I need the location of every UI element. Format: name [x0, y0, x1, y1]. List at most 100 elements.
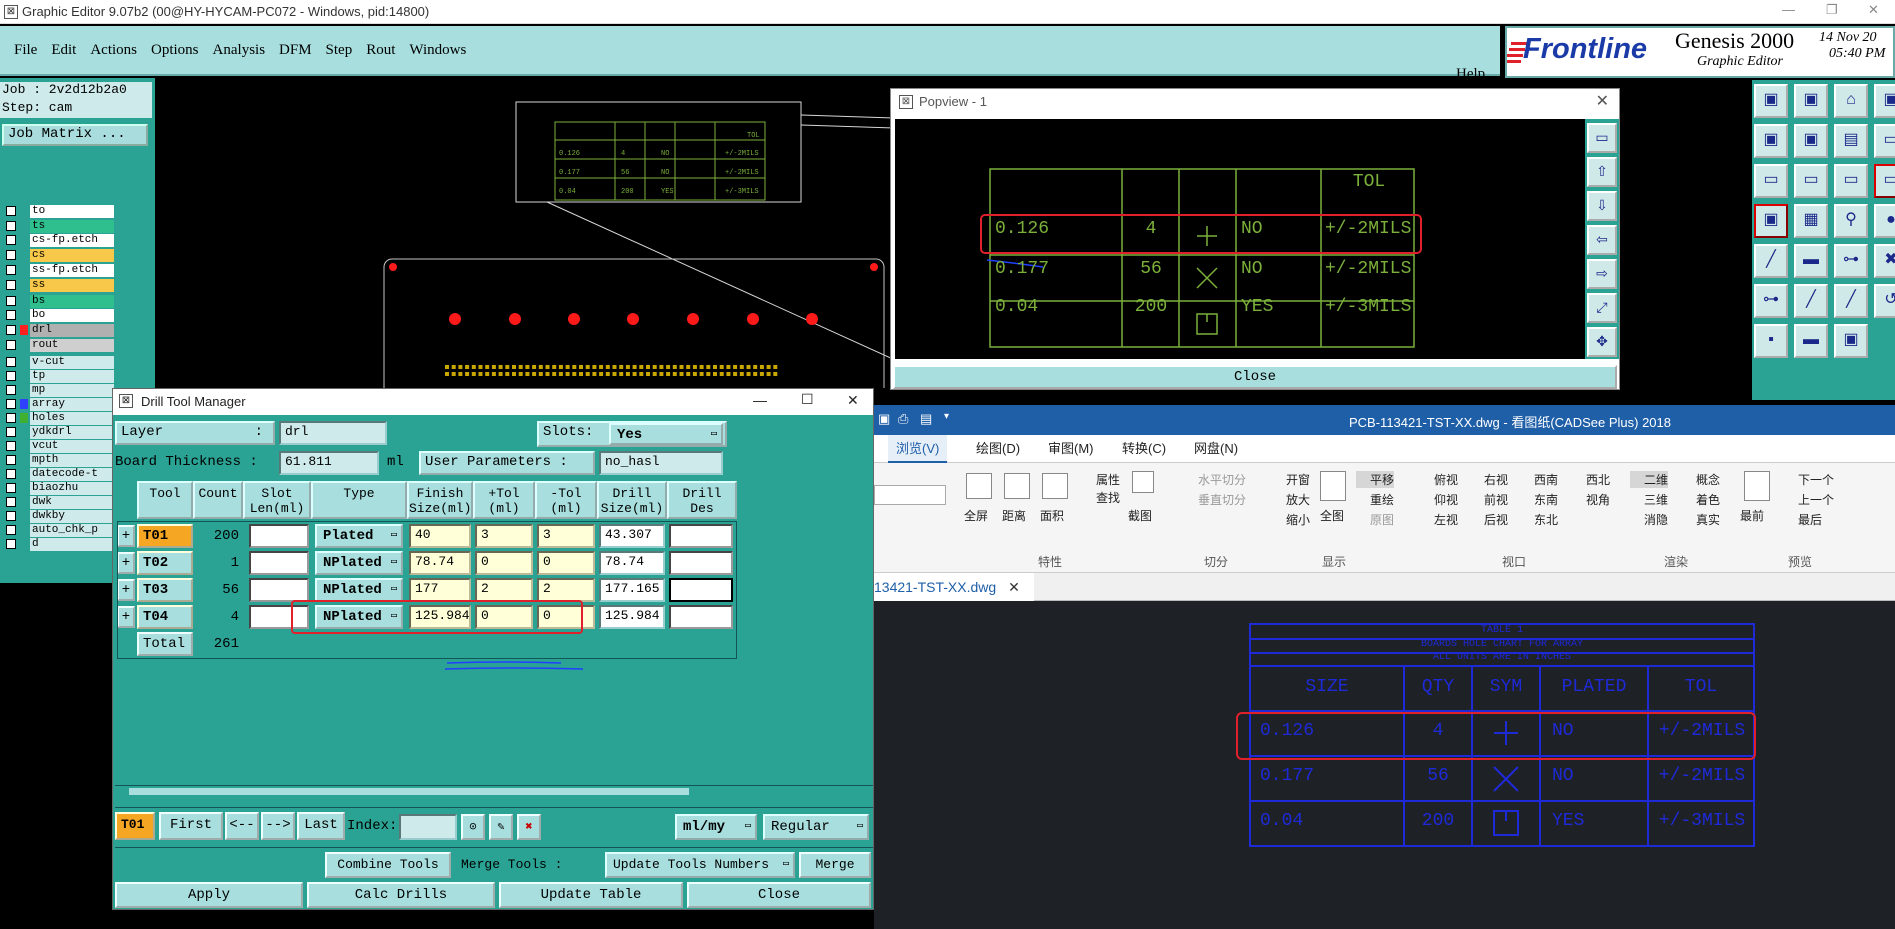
layer-checkbox[interactable] [6, 399, 16, 409]
delete-tool-icon[interactable]: ✖ [517, 814, 541, 840]
zoom-out-icon[interactable]: ▣ [1794, 84, 1828, 118]
layer-field[interactable]: drl [279, 421, 387, 445]
select-icon[interactable]: ⚲ [1834, 204, 1868, 238]
layer-checkbox[interactable] [6, 250, 16, 260]
index-field[interactable] [399, 814, 457, 840]
plus-tol-field[interactable]: 3 [475, 524, 533, 548]
layer-checkbox[interactable] [6, 357, 16, 367]
plus-tol-field[interactable]: 2 [475, 578, 533, 602]
slots-dropdown[interactable]: Yes [609, 423, 723, 445]
layer-checkbox[interactable] [6, 511, 16, 521]
type-dropdown[interactable]: Plated [315, 524, 403, 548]
menu-step[interactable]: Step [326, 42, 353, 59]
layer-name[interactable]: tp [30, 369, 114, 383]
tool-cell[interactable]: T02 [137, 551, 193, 575]
ribbon-tab-2[interactable]: 审图(M) [1040, 435, 1102, 463]
layer-row-tp[interactable]: tp [2, 369, 122, 383]
link-icon[interactable]: ⊶ [1754, 284, 1788, 318]
pcb-canvas[interactable] [155, 78, 895, 388]
layer-name[interactable]: ss-fp.etch [30, 263, 114, 277]
ribbon-tab-3[interactable]: 转换(C) [1114, 435, 1174, 463]
center-icon[interactable]: ▭ [1874, 124, 1895, 158]
ribbon-btn-window[interactable]: 开窗 [1272, 471, 1310, 488]
job-matrix-button[interactable]: Job Matrix ... [2, 124, 148, 146]
print-icon[interactable]: ⎙ [898, 411, 908, 427]
zoom-icon[interactable]: ⤢ [1587, 293, 1617, 323]
pan-right-icon[interactable]: ▣ [1754, 124, 1788, 158]
delete-icon[interactable]: ✖ [1874, 244, 1895, 278]
layer-row-dwkby[interactable]: dwkby [2, 509, 122, 523]
edit-tool-icon[interactable]: ✎ [489, 814, 513, 840]
ribbon-btn-prop-0[interactable]: 全屏 [964, 507, 988, 524]
layer-row-bo[interactable]: bo [2, 308, 122, 322]
prop-icon[interactable] [1042, 473, 1068, 499]
layer-name[interactable]: mpth [30, 453, 114, 467]
close-icon[interactable]: ✕ [1868, 2, 1879, 18]
thickness-field[interactable]: 61.811 [279, 451, 379, 475]
combine-tools-button[interactable]: Combine Tools [325, 852, 451, 878]
type-dropdown[interactable]: NPlated [315, 551, 403, 575]
layer-row-bs[interactable]: bs [2, 294, 122, 308]
update-numbers-dropdown[interactable]: Update Tools Numbers [605, 852, 795, 878]
fit-icon[interactable]: ▭ [1587, 123, 1617, 153]
ribbon-btn-prop-1[interactable]: 距离 [1002, 507, 1026, 524]
search-tool-icon[interactable]: ⊙ [461, 814, 485, 840]
menu-file[interactable]: File [14, 42, 37, 59]
expand-row-icon[interactable]: + [117, 552, 135, 574]
finish-size-field[interactable]: 40 [409, 524, 471, 548]
expand-row-icon[interactable]: + [117, 525, 135, 547]
layer-name[interactable]: bs [30, 294, 114, 308]
mode-dropdown[interactable]: Regular [763, 814, 869, 840]
drill-size-field[interactable]: 43.307 [599, 524, 665, 548]
slot-len-field[interactable] [249, 551, 309, 575]
layer-checkbox[interactable] [6, 483, 16, 493]
drill-icon[interactable]: ▭ [1874, 164, 1895, 198]
prop-icon[interactable] [1004, 473, 1030, 499]
ribbon-btn-zoomout[interactable]: 缩小 [1272, 511, 1310, 528]
zoom-all-icon[interactable] [1320, 471, 1346, 501]
cad-drawing-view[interactable]: TABLE 1 BOARDS HOLE CHART FOR ARRAY ALL UN… [874, 601, 1895, 929]
ribbon-btn-vsplit[interactable]: 垂直切分 [1184, 491, 1246, 508]
menu-edit[interactable]: Edit [51, 42, 76, 59]
layer-name[interactable]: ydkdrl [30, 425, 114, 439]
ribbon-btn-view-0[interactable]: 俯视 [1420, 471, 1458, 488]
type-dropdown[interactable]: NPlated [315, 578, 403, 602]
layer-row-mp[interactable]: mp [2, 383, 122, 397]
layer-checkbox[interactable] [6, 325, 16, 335]
menu-analysis[interactable]: Analysis [213, 42, 266, 59]
tool-cell[interactable]: T04 [137, 605, 193, 629]
ribbon-btn-redraw[interactable]: 重绘 [1356, 491, 1394, 508]
menu-actions[interactable]: Actions [90, 42, 137, 59]
ribbon-left-field[interactable] [874, 485, 946, 505]
layer-row-vcut[interactable]: vcut [2, 439, 122, 453]
line-icon[interactable]: ╱ [1754, 244, 1788, 278]
document-tab-close-icon[interactable]: ✕ [1008, 579, 1020, 595]
edit-icon[interactable]: ▦ [1794, 204, 1828, 238]
layer-name[interactable]: ss [30, 278, 114, 292]
ribbon-btn-prev[interactable]: 上一个 [1784, 491, 1834, 508]
popview-close-button[interactable]: Close [893, 365, 1617, 389]
dtm-close-icon[interactable]: ✕ [847, 392, 859, 409]
next-button[interactable]: --> [261, 812, 295, 840]
ribbon-btn-render-2[interactable]: 消隐 [1630, 511, 1668, 528]
layer-name[interactable]: drl [30, 323, 114, 337]
user-params-field[interactable]: no_hasl [599, 451, 723, 475]
prop-icon[interactable] [966, 473, 992, 499]
fit-icon[interactable]: ▤ [1834, 124, 1868, 158]
feature-icon[interactable]: ▣ [1754, 204, 1788, 238]
layer-row-array[interactable]: array [2, 397, 122, 411]
scrollbar-thumb[interactable] [129, 788, 689, 795]
ribbon-btn-zoomin[interactable]: 放大 [1272, 491, 1310, 508]
layer-checkbox[interactable] [6, 206, 16, 216]
connect-icon[interactable]: ⊶ [1834, 244, 1868, 278]
dtm-maximize-icon[interactable]: ☐ [801, 391, 814, 408]
quick-access-chevron-icon[interactable]: ▾ [944, 411, 949, 422]
ribbon-btn-view-8[interactable]: 东北 [1520, 511, 1558, 528]
expand-row-icon[interactable]: + [117, 579, 135, 601]
layer-name[interactable]: array [30, 397, 114, 411]
screenshot-icon[interactable] [1132, 471, 1154, 493]
expand-row-icon[interactable]: + [117, 606, 135, 628]
layer-checkbox[interactable] [6, 280, 16, 290]
slash-icon[interactable]: ╱ [1794, 284, 1828, 318]
ribbon-tab-4[interactable]: 网盘(N) [1186, 435, 1246, 463]
